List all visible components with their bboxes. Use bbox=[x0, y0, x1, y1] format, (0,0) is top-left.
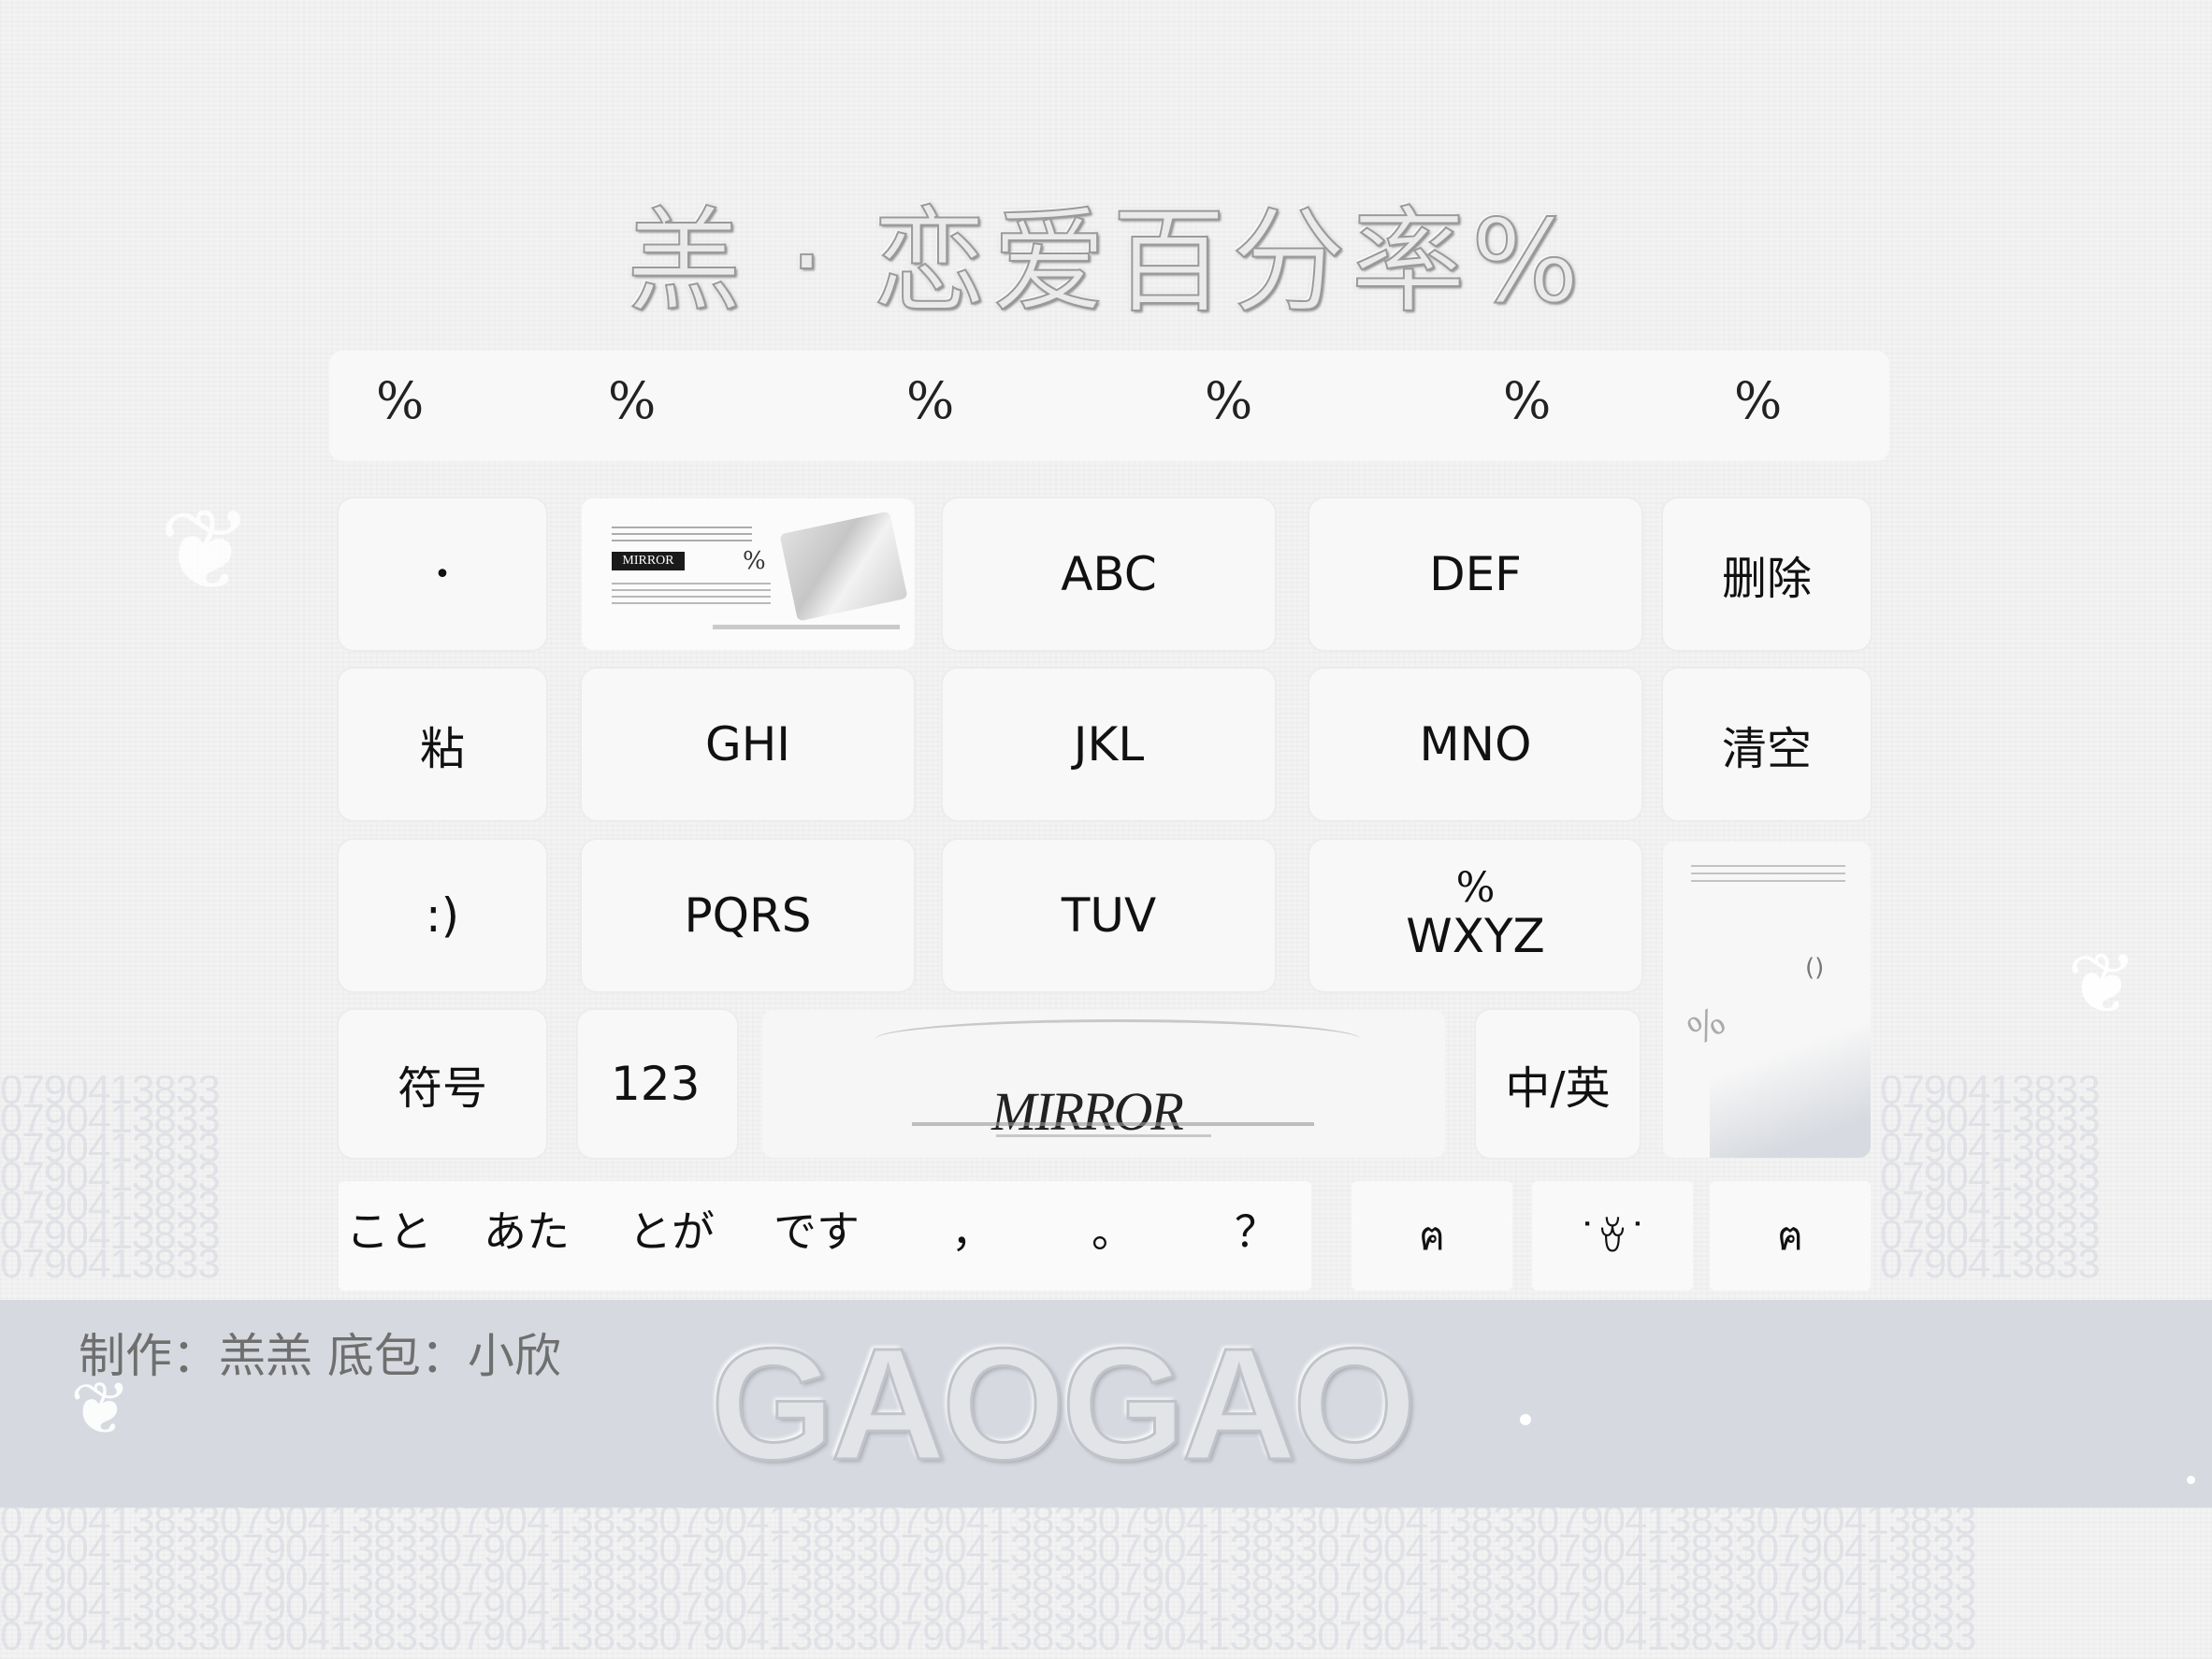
mirror-tagline bbox=[996, 1134, 1211, 1137]
key-abc[interactable]: ABC bbox=[943, 498, 1275, 650]
mirror-swoosh bbox=[875, 1019, 1361, 1060]
key-label: 符号 bbox=[397, 1062, 487, 1115]
number-pattern-left: 0790413833 0790413833 0790413833 0790413833… bbox=[0, 1075, 221, 1287]
key-label: TUV bbox=[1061, 888, 1157, 943]
key-label: 粘 bbox=[419, 723, 465, 775]
suggestion-item[interactable]: ， bbox=[951, 1198, 994, 1260]
ad-card-mirror: MIRROR % bbox=[582, 498, 915, 650]
page-title: 羔 · 恋爱百分率% bbox=[626, 195, 1585, 329]
side-paren: () bbox=[1805, 954, 1825, 982]
butterfly-decoration-icon: ❦ bbox=[2067, 935, 2138, 1033]
key-ghi[interactable]: GHI bbox=[582, 669, 914, 820]
key-lang-switch[interactable]: 中/英 bbox=[1476, 1010, 1640, 1158]
key-label: JKL bbox=[1073, 717, 1145, 772]
key-label: PQRS bbox=[684, 888, 812, 943]
candidate-percent-row: % % % % % % bbox=[329, 351, 1889, 461]
key-smile[interactable]: :) bbox=[339, 840, 546, 991]
number-pattern-bottom: 0790413833079041383307904138330790413833… bbox=[0, 1506, 1976, 1659]
key-label: DEF bbox=[1429, 547, 1522, 601]
ad-brand-label: MIRROR bbox=[612, 552, 685, 570]
suggestion-item[interactable]: こと bbox=[346, 1198, 432, 1260]
key-tuv[interactable]: TUV bbox=[943, 840, 1275, 991]
credits-text: 制作：羔羔 底包：小欣 bbox=[79, 1329, 561, 1383]
gaogao-logo: GAOGAO bbox=[709, 1316, 1417, 1493]
emoji-key[interactable]: ฅ bbox=[1710, 1181, 1871, 1291]
decor-dot bbox=[2187, 1476, 2195, 1484]
key-label: :) bbox=[425, 888, 460, 943]
candidate-percent[interactable]: % bbox=[1205, 371, 1252, 430]
key-123[interactable]: 123 bbox=[578, 1010, 737, 1158]
emoji-key[interactable]: ฅ bbox=[1352, 1181, 1512, 1291]
ad-caption-line bbox=[713, 625, 900, 629]
key-label: WXYZ bbox=[1406, 909, 1545, 963]
space-key-mirror[interactable]: MIRROR bbox=[762, 1010, 1445, 1158]
key-mno[interactable]: MNO bbox=[1309, 669, 1641, 820]
emoji-label: ฅ bbox=[1776, 1212, 1804, 1259]
side-fade bbox=[1710, 1017, 1871, 1158]
suggestion-item[interactable]: です bbox=[773, 1198, 860, 1260]
side-text-lines bbox=[1691, 865, 1845, 882]
suggestion-item[interactable]: ？ bbox=[1235, 1198, 1278, 1260]
butterfly-decoration-icon: ❦ bbox=[70, 1367, 132, 1451]
key-label: 清空 bbox=[1721, 723, 1812, 775]
key-delete[interactable]: 删除 bbox=[1663, 498, 1871, 650]
key-label: ABC bbox=[1061, 547, 1157, 601]
suggestion-item[interactable]: あた bbox=[484, 1198, 570, 1260]
ad-text-lines bbox=[612, 578, 771, 604]
key-label: 123 bbox=[611, 1057, 701, 1111]
emoji-label: ฅ bbox=[1418, 1212, 1446, 1259]
mirror-tagline bbox=[912, 1122, 1314, 1126]
key-wxyz[interactable]: % WXYZ bbox=[1309, 840, 1641, 991]
key-def[interactable]: DEF bbox=[1309, 498, 1641, 650]
key-paste[interactable]: 粘 bbox=[339, 669, 546, 820]
emoji-label: ˙ꈊ˙ bbox=[1577, 1215, 1648, 1261]
emoji-key[interactable]: ˙ꈊ˙ bbox=[1532, 1181, 1693, 1291]
mirror-word: MIRROR bbox=[991, 1081, 1184, 1142]
suggestion-item[interactable]: 。 bbox=[1092, 1198, 1135, 1260]
side-decor-card: () % bbox=[1663, 842, 1871, 1158]
key-jkl[interactable]: JKL bbox=[943, 669, 1275, 820]
key-dot[interactable]: • bbox=[339, 498, 546, 650]
key-label: • bbox=[434, 557, 451, 591]
key-clear[interactable]: 清空 bbox=[1663, 669, 1871, 820]
key-pqrs[interactable]: PQRS bbox=[582, 840, 914, 991]
number-pattern-right: 0790413833 0790413833 0790413833 0790413833… bbox=[1880, 1075, 2101, 1287]
key-percent-mark: % bbox=[1455, 864, 1496, 912]
decor-dot bbox=[1520, 1414, 1531, 1425]
candidate-percent[interactable]: % bbox=[1734, 371, 1782, 430]
candidate-percent[interactable]: % bbox=[906, 371, 954, 430]
candidate-percent[interactable]: % bbox=[608, 371, 656, 430]
ad-percent: % bbox=[743, 547, 766, 575]
suggestion-bar: こと あた とが です ， 。 ？ bbox=[339, 1181, 1311, 1291]
suggestion-item[interactable]: とが bbox=[629, 1198, 715, 1260]
candidate-percent[interactable]: % bbox=[1503, 371, 1551, 430]
key-label: GHI bbox=[704, 717, 791, 772]
key-symbol[interactable]: 符号 bbox=[339, 1010, 546, 1158]
butterfly-decoration-icon: ❦ bbox=[159, 486, 253, 616]
ad-ribbon-image bbox=[779, 511, 908, 622]
key-label: 删除 bbox=[1721, 553, 1812, 605]
key-label: MNO bbox=[1419, 717, 1532, 772]
key-label: 中/英 bbox=[1505, 1062, 1611, 1115]
candidate-percent[interactable]: % bbox=[376, 371, 424, 430]
ad-text-lines bbox=[612, 525, 752, 541]
